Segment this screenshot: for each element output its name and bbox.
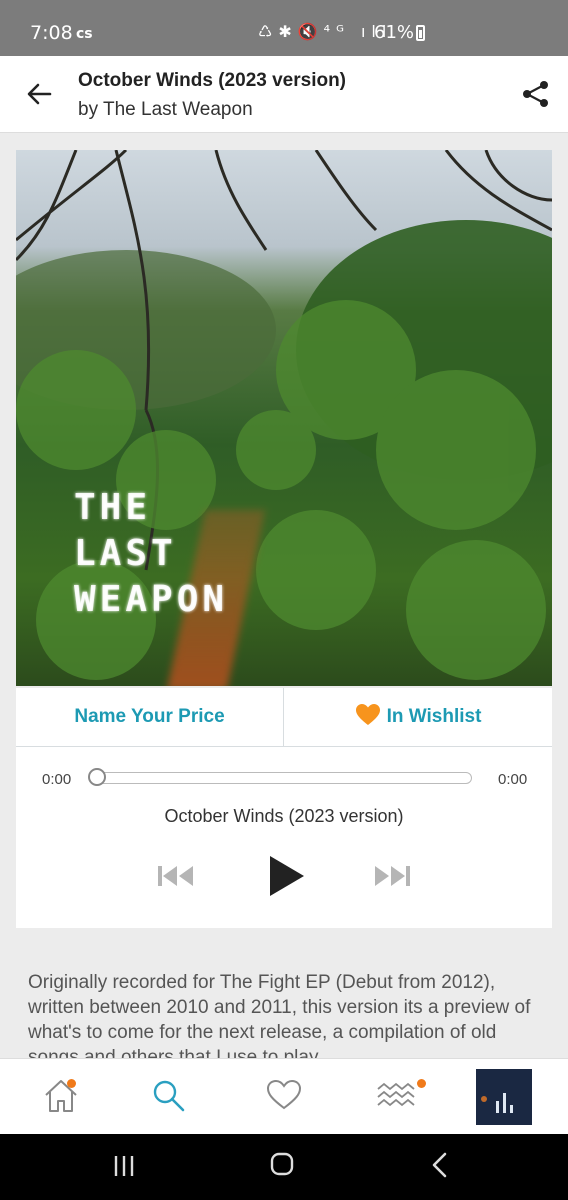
page-title: October Winds (2023 version) — [78, 70, 347, 91]
recent-apps-icon[interactable] — [112, 1154, 136, 1178]
battery-icon — [416, 25, 425, 41]
name-your-price-button[interactable]: Name Your Price — [16, 688, 284, 746]
share-icon[interactable] — [520, 78, 552, 110]
release-description: Originally recorded for The Fight EP (De… — [28, 972, 531, 1068]
purchase-player-card: Name Your Price In Wishlist 0:00 0:00 Oc… — [16, 688, 552, 928]
search-icon[interactable] — [150, 1077, 186, 1113]
app-bar: October Winds (2023 version) by The Last… — [0, 56, 568, 133]
system-back-icon[interactable] — [428, 1152, 452, 1178]
status-time: 7:08 — [30, 22, 73, 44]
status-icons: ♺✱🔇⁴ᴳ ıll — [258, 22, 393, 41]
battery-percent: 61% — [374, 22, 415, 43]
now-playing-thumbnail[interactable] — [476, 1069, 532, 1125]
bottom-nav — [0, 1058, 568, 1135]
carrier-badge: cs — [76, 26, 93, 42]
feed-notification-dot — [417, 1079, 426, 1088]
elapsed-time: 0:00 — [42, 771, 72, 788]
back-arrow-icon[interactable] — [22, 76, 58, 112]
purchase-row: Name Your Price In Wishlist — [16, 688, 552, 747]
heart-filled-icon — [355, 703, 380, 725]
progress-track[interactable] — [96, 772, 472, 784]
album-artwork: THE LAST WEAPON — [16, 150, 552, 686]
status-bar: 7:08 cs ♺✱🔇⁴ᴳ ıll 61% — [0, 0, 568, 56]
duration-time: 0:00 — [498, 771, 528, 788]
now-playing-art-icon — [476, 1069, 532, 1125]
track-title: October Winds (2023 version) — [164, 806, 404, 826]
next-track-icon[interactable] — [372, 864, 412, 888]
wishlist-label: In Wishlist — [386, 706, 482, 727]
system-nav-bar — [0, 1134, 568, 1200]
home-button-icon[interactable] — [270, 1152, 294, 1176]
previous-track-icon[interactable] — [156, 864, 196, 888]
feed-icon[interactable] — [376, 1079, 420, 1111]
home-notification-dot — [67, 1079, 76, 1088]
band-logo: THE LAST WEAPON — [74, 487, 229, 620]
wishlist-nav-icon[interactable] — [266, 1079, 302, 1111]
progress-thumb[interactable] — [88, 768, 106, 786]
artist-link[interactable]: by The Last Weapon — [78, 99, 253, 121]
play-icon[interactable] — [266, 854, 306, 898]
wishlist-button[interactable]: In Wishlist — [284, 688, 552, 746]
